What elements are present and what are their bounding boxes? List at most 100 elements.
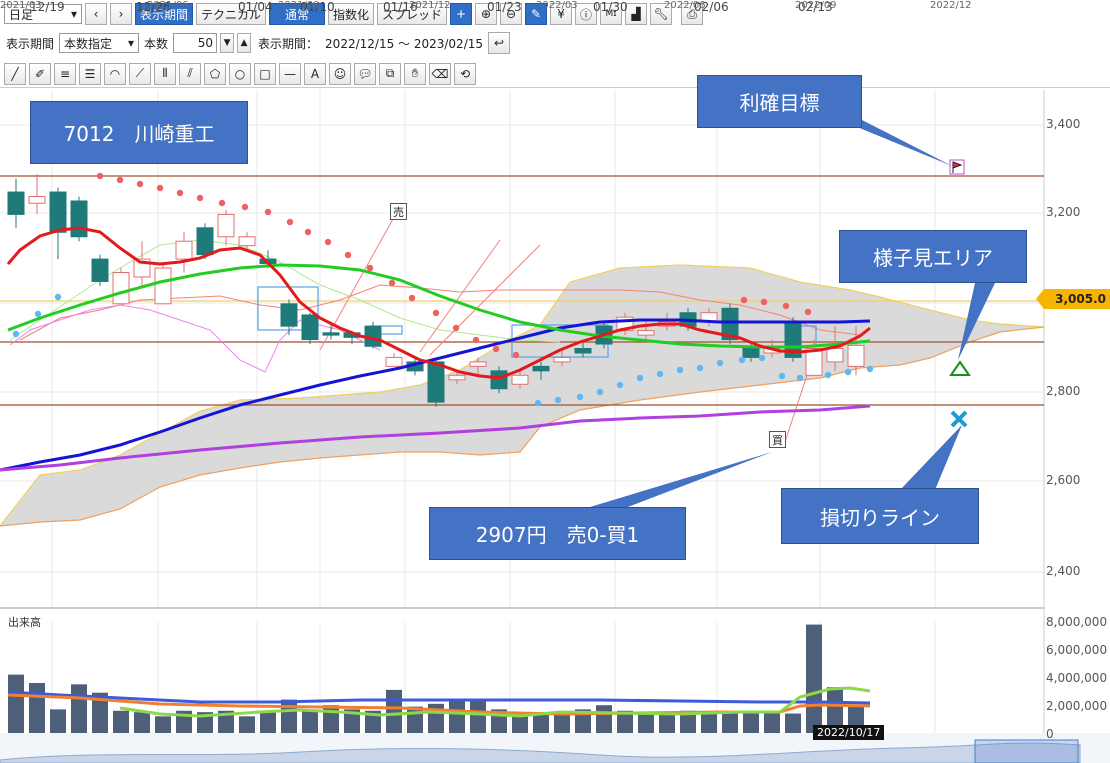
volume-bar: [155, 716, 171, 733]
sar-dot: [12, 330, 20, 338]
stock-title-callout[interactable]: 7012 川崎重工: [30, 101, 248, 164]
volume-bar: [29, 682, 45, 733]
volume-axis-label: 4,000,000: [1046, 671, 1108, 685]
candle-down: [532, 365, 550, 372]
sar-dot: [696, 364, 704, 372]
sar-dot: [596, 388, 604, 396]
candle-down: [301, 314, 319, 341]
volume-bar: [785, 713, 801, 733]
price-axis-label: 2,600: [1046, 473, 1081, 487]
candle-up: [385, 356, 403, 367]
sar-dot: [844, 368, 852, 376]
candle-up: [637, 330, 655, 336]
sar-dot: [740, 296, 748, 304]
sar-dot: [738, 356, 746, 364]
candle-down: [91, 258, 109, 282]
volume-bar: [722, 712, 738, 733]
navigator-label: 2022/09: [795, 0, 837, 11]
sar-dot: [388, 279, 396, 287]
navigator-label: 2021/03: [0, 0, 42, 11]
volume-bar: [239, 716, 255, 733]
navigator-window: [974, 739, 1079, 763]
volume-bar: [281, 699, 297, 733]
sar-dot: [676, 366, 684, 374]
sar-dot: [656, 370, 664, 378]
volume-axis-label: 6,000,000: [1046, 643, 1108, 657]
sar-dot: [824, 371, 832, 379]
sar-dot: [576, 393, 584, 401]
navigator-label: 2021/06: [147, 0, 189, 11]
candle-up: [553, 356, 571, 363]
volume-bar: [407, 706, 423, 733]
sar-dot: [408, 294, 416, 302]
sar-dot: [286, 218, 294, 226]
candle-up: [217, 213, 235, 238]
navigator-label: 2022/03: [536, 0, 578, 11]
volume-bar: [743, 713, 759, 733]
candle-up: [847, 344, 865, 367]
candle-up: [469, 361, 487, 367]
candle-down: [7, 191, 25, 215]
navigator-label: 2022/06: [664, 0, 706, 11]
candle-down: [49, 191, 67, 233]
sar-dot: [432, 309, 440, 317]
sar-dot: [636, 374, 644, 382]
volume-bar: [113, 710, 129, 733]
signal-callout[interactable]: 2907円 売0-買1: [429, 507, 686, 560]
sar-dot: [554, 396, 562, 404]
volume-title: 出来高: [8, 616, 41, 629]
volume-bar: [638, 712, 654, 733]
candle-up: [175, 240, 193, 260]
candle-up: [826, 348, 844, 363]
sar-dot: [804, 308, 812, 316]
navigator-label: 2021/09: [278, 0, 320, 11]
buy-marker[interactable]: 買: [769, 431, 786, 448]
volume-bar: [71, 684, 87, 733]
volume-bar: [806, 624, 822, 733]
sar-dot: [136, 180, 144, 188]
volume-bar: [134, 712, 150, 733]
volume-axis-label: 8,000,000: [1046, 615, 1108, 629]
volume-bar: [449, 701, 465, 733]
candle-down: [574, 348, 592, 354]
volume-bar: [260, 710, 276, 733]
sell-marker[interactable]: 売: [390, 203, 407, 220]
volume-bar: [470, 701, 486, 733]
date-label: 01/04: [238, 0, 273, 14]
price-axis-label: 2,800: [1046, 384, 1081, 398]
sar-dot: [534, 399, 542, 407]
volume-bar: [50, 709, 66, 733]
candle-up: [238, 236, 256, 247]
candle-down: [742, 348, 760, 358]
candle-down: [280, 303, 298, 327]
sar-dot: [758, 354, 766, 362]
navigator-label: 2021/12: [409, 0, 451, 11]
volume-axis-label: 0: [1046, 727, 1054, 741]
target-callout[interactable]: 利確目標: [697, 75, 862, 128]
sar-dot: [96, 172, 104, 180]
sar-dot: [324, 238, 332, 246]
volume-axis-label: 2,000,000: [1046, 699, 1108, 713]
price-axis-label: 2,400: [1046, 564, 1081, 578]
sar-dot: [472, 336, 480, 344]
volume-bar: [554, 714, 570, 733]
date-label: 01/23: [487, 0, 522, 14]
sar-dot: [156, 184, 164, 192]
sar-dot: [218, 199, 226, 207]
volume-bar: [512, 714, 528, 733]
volume-bar: [8, 674, 24, 733]
candle-down: [427, 361, 445, 403]
candle-down: [490, 370, 508, 390]
watch-area-callout[interactable]: 様子見エリア: [839, 230, 1027, 283]
price-axis-label: 3,200: [1046, 205, 1081, 219]
sar-dot: [344, 251, 352, 259]
sar-dot: [34, 310, 42, 318]
candle-up: [511, 374, 529, 385]
sar-dot: [512, 351, 520, 359]
candle-up: [154, 267, 172, 305]
volume-bar: [386, 689, 402, 733]
sar-dot: [241, 203, 249, 211]
stoploss-callout[interactable]: 損切りライン: [781, 488, 979, 544]
sar-dot: [796, 374, 804, 382]
crosshair-date: 2022/10/17: [813, 725, 885, 740]
